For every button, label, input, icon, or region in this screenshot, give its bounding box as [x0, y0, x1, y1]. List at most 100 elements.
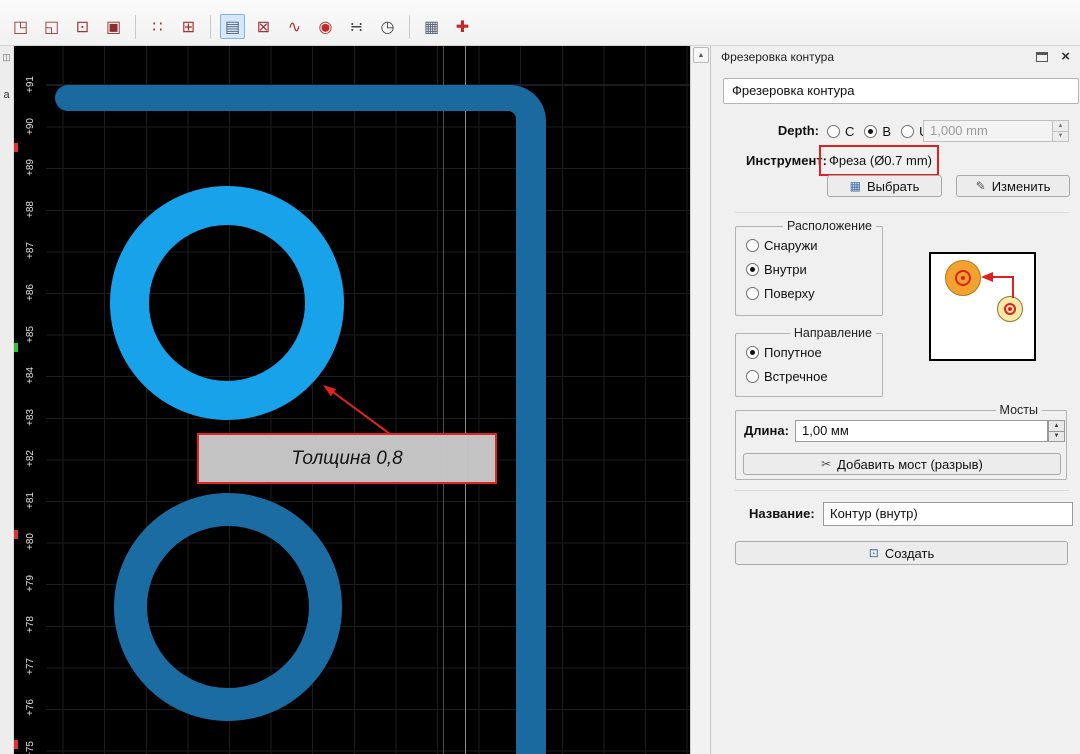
toolbar-separator[interactable] — [210, 14, 211, 39]
side-tab-label: а — [3, 89, 10, 101]
ruler-mark — [14, 530, 18, 539]
depth-value: 1,000 mm — [930, 123, 988, 138]
pcb-canvas[interactable]: +91 +90 +89 +88 +87 +86 +85 +84 +83 +82 … — [14, 46, 690, 754]
separator — [735, 212, 1069, 213]
scrollbar-up-button[interactable]: ▲ — [693, 47, 709, 63]
radio-circle-icon — [827, 124, 840, 138]
curve-nodes-icon[interactable]: ∿ — [282, 14, 307, 39]
side-tab-strip[interactable]: ◫ а — [0, 46, 14, 754]
add-bridge-label: Добавить мост (разрыв) — [837, 456, 983, 472]
select-tool-button[interactable]: ▦ Выбрать — [827, 175, 942, 197]
pad-ring-selected[interactable] — [110, 186, 344, 420]
radio-label: Попутное — [764, 345, 822, 360]
direction-radio-conventional[interactable]: Встречное — [746, 369, 828, 384]
location-radio-inside[interactable]: Внутри — [746, 262, 818, 277]
ruler-label: +88 — [24, 200, 36, 218]
toolbar-separator[interactable] — [135, 14, 136, 39]
grid-points-icon[interactable]: ∷ — [145, 14, 170, 39]
copper-trace-l-shape[interactable] — [14, 46, 690, 754]
tool-label: Инструмент: — [746, 153, 828, 168]
depth-radio-c[interactable]: C — [827, 124, 854, 139]
ruler-label: +89 — [24, 159, 36, 177]
ruler-label: +83 — [24, 408, 36, 426]
application-window: ◳ ◱ ⊡ ▣ ∷ ⊞ ▤ ⊠ ∿ ◉ ∺ ◷ ▦ ✚ ◫ а +91 +90 … — [0, 0, 1080, 754]
toolbar-separator[interactable] — [409, 14, 410, 39]
close-icon[interactable]: × — [1061, 48, 1070, 66]
ruler-mark — [14, 343, 18, 352]
depth-radio-b[interactable]: B — [864, 124, 891, 139]
location-legend: Расположение — [783, 219, 876, 233]
thickness-annotation-text: Толщина 0,8 — [291, 447, 403, 469]
bridge-length-label: Длина: — [744, 423, 789, 438]
radio-circle-icon — [746, 263, 759, 276]
location-radio-outside[interactable]: Снаружи — [746, 238, 818, 253]
name-input[interactable]: Контур (внутр) — [823, 502, 1073, 526]
radio-label: B — [882, 123, 892, 139]
rotate-circle-icon[interactable]: ◷ — [375, 14, 400, 39]
spin-down-icon[interactable]: ▼ — [1053, 131, 1068, 141]
operation-header: Фрезеровка контура — [723, 78, 1079, 104]
diagram-arrow — [981, 272, 1014, 298]
panel-titlebar[interactable]: Фрезеровка контура × — [711, 46, 1080, 68]
create-button-label: Создать — [884, 545, 935, 561]
radio-label: Поверху — [764, 286, 815, 301]
radio-label: Внутри — [764, 262, 807, 277]
add-bridge-button[interactable]: ✂ Добавить мост (разрыв) — [743, 453, 1061, 475]
nested-frames-icon[interactable]: ⊠ — [251, 14, 276, 39]
direction-groupbox: Направление Попутное Встречное — [735, 326, 883, 397]
transform-cross-icon[interactable]: ✚ — [450, 14, 475, 39]
edit-tool-label: Изменить — [991, 178, 1051, 194]
radio-circle-icon — [746, 346, 759, 359]
bridges-groupbox: Мосты Длина: 1,00 мм ▲ ▼ ✂ Добавить мост … — [735, 403, 1067, 480]
spinner-buttons[interactable]: ▲ ▼ — [1052, 121, 1068, 141]
spin-up-icon[interactable]: ▲ — [1053, 121, 1068, 132]
side-tab-icon: ◫ — [2, 52, 11, 62]
float-window-icon[interactable] — [1036, 52, 1048, 62]
tool-value-highlight: Фреза (Ø0.7 mm) — [819, 145, 939, 176]
direction-legend: Направление — [789, 326, 876, 340]
ruler-label: +81 — [24, 491, 36, 509]
ruler-label: +77 — [24, 657, 36, 675]
select-region-icon[interactable]: ⊡ — [70, 14, 95, 39]
bridge-length-value: 1,00 мм — [802, 423, 849, 438]
fill-region-icon[interactable]: ▣ — [101, 14, 126, 39]
layer-pages-icon[interactable]: ▤ — [220, 14, 245, 39]
table-icon[interactable]: ▦ — [419, 14, 444, 39]
ruler-label: +82 — [24, 450, 36, 468]
direction-radio-climb[interactable]: Попутное — [746, 345, 828, 360]
ruler-label: +76 — [24, 699, 36, 717]
copy-region-icon[interactable]: ◱ — [39, 14, 64, 39]
corner-points-icon[interactable]: ∺ — [344, 14, 369, 39]
paste-region-icon[interactable]: ◳ — [8, 14, 33, 39]
depth-label: Depth: — [777, 123, 819, 138]
ruler-label: +91 — [24, 76, 36, 94]
ruler-label: +85 — [24, 325, 36, 343]
direction-radio-group: Попутное Встречное — [746, 345, 828, 384]
contour-circle-icon[interactable]: ◉ — [313, 14, 338, 39]
milling-direction-diagram — [929, 252, 1036, 361]
pad-ring[interactable] — [114, 493, 342, 721]
radio-label: Встречное — [764, 369, 828, 384]
spin-down-icon[interactable]: ▼ — [1049, 432, 1064, 442]
depth-radio-group: C B U — [827, 120, 928, 142]
radio-circle-icon — [901, 124, 915, 138]
create-button[interactable]: ⊡ Создать — [735, 541, 1068, 565]
edit-tool-button[interactable]: ✎ Изменить — [956, 175, 1070, 197]
ruler-labels: +91 +90 +89 +88 +87 +86 +85 +84 +83 +82 … — [14, 46, 46, 754]
radio-label: C — [845, 123, 855, 139]
table-select-icon: ▦ — [849, 179, 861, 193]
bridges-legend: Мосты — [995, 403, 1042, 417]
bridge-length-input[interactable]: 1,00 мм — [795, 420, 1048, 442]
ruler-mark — [14, 143, 18, 152]
grid-area-icon[interactable]: ⊞ — [176, 14, 201, 39]
vertical-scrollbar[interactable]: ▲ — [690, 46, 710, 754]
depth-value-spinbox[interactable]: 1,000 mm ▲ ▼ — [923, 120, 1069, 142]
spin-up-icon[interactable]: ▲ — [1049, 421, 1064, 432]
bridge-length-spinner[interactable]: ▲ ▼ — [1048, 420, 1065, 442]
panel-title: Фрезеровка контура — [721, 50, 835, 64]
ruler-mark — [14, 740, 18, 749]
ruler-label: +79 — [24, 574, 36, 592]
ruler-label: +78 — [24, 616, 36, 634]
ruler-label: +87 — [24, 242, 36, 260]
location-radio-ontop[interactable]: Поверху — [746, 286, 818, 301]
